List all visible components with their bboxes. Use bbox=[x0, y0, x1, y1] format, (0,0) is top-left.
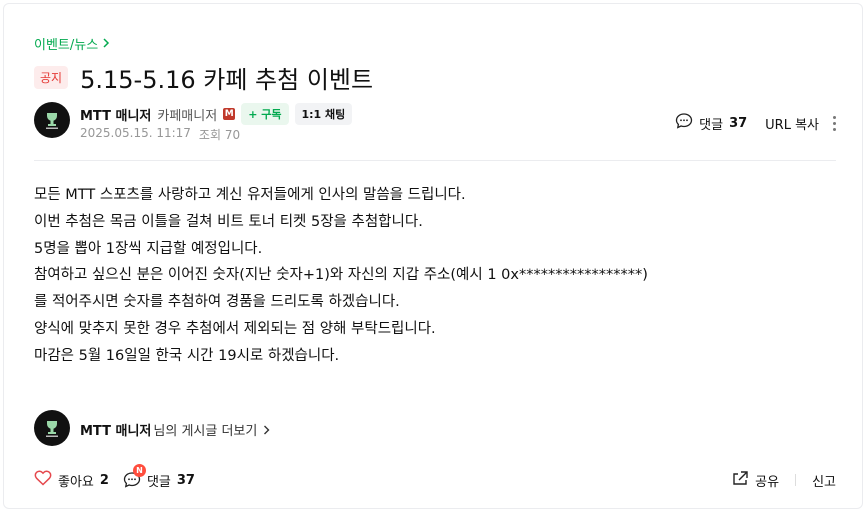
author-grade: 카페매니저 bbox=[157, 108, 218, 124]
action-separator bbox=[795, 474, 797, 486]
comment-button-top[interactable]: 댓글 37 bbox=[675, 112, 747, 134]
content-line: 를 적어주시면 숫자를 추첨하여 경품을 드리도록 하겠습니다. bbox=[34, 294, 400, 311]
share-icon bbox=[731, 470, 749, 490]
comment-count-bottom: 37 bbox=[176, 472, 195, 488]
like-button[interactable]: 좋아요 2 bbox=[34, 470, 109, 490]
comment-label-top: 댓글 bbox=[699, 117, 724, 133]
view-count: 조회 70 bbox=[198, 128, 241, 142]
post-meta: 2025.05.15. 11:17 조회 70 bbox=[80, 126, 240, 143]
comment-button-bottom[interactable]: N 댓글 37 bbox=[123, 464, 195, 490]
board-label: 이벤트/뉴스 bbox=[34, 38, 99, 53]
title-row: 공지 5.15-5.16 카페 추첨 이벤트 bbox=[34, 60, 373, 95]
author-row: MTT 매니저 카페매니저 M + 구독 1:1 채팅 bbox=[80, 103, 353, 125]
content-line: 양식에 맞추지 못한 경우 추첨에서 제외되는 점 양해 부탁드립니다. bbox=[34, 320, 436, 337]
like-count: 2 bbox=[99, 472, 109, 488]
subscribe-button[interactable]: + 구독 bbox=[241, 103, 289, 125]
content-line: 참여하고 싶으신 분은 이어진 숫자(지난 숫자+1)와 자신의 지갑 주소(예… bbox=[34, 267, 648, 284]
like-label: 좋아요 bbox=[58, 474, 94, 490]
board-link[interactable]: 이벤트/뉴스 bbox=[34, 34, 110, 53]
post-content: 모든 MTT 스포츠를 사랑하고 계신 유저들에게 인사의 말씀을 드립니다. … bbox=[34, 182, 648, 370]
comment-icon bbox=[675, 112, 693, 134]
post-title: 5.15-5.16 카페 추첨 이벤트 bbox=[80, 66, 374, 94]
author-posts-name: MTT 매니저 bbox=[80, 424, 152, 439]
comment-count-top: 37 bbox=[729, 115, 748, 131]
author-posts-suffix: 님의 게시글 더보기 bbox=[153, 424, 258, 439]
comment-label-bottom: 댓글 bbox=[146, 474, 171, 490]
author-name[interactable]: MTT 매니저 bbox=[80, 105, 151, 124]
bottom-action-bar: 좋아요 2 N 댓글 37 공유 신고 bbox=[34, 464, 836, 490]
post-date: 2025.05.15. 11:17 bbox=[80, 126, 191, 140]
author-posts-link[interactable]: MTT 매니저 님의 게시글 더보기 bbox=[80, 420, 270, 439]
chat-button[interactable]: 1:1 채팅 bbox=[294, 103, 353, 125]
avatar-logo bbox=[46, 421, 58, 437]
kebab-icon[interactable] bbox=[833, 115, 836, 131]
chevron-right-icon bbox=[102, 37, 110, 51]
report-button[interactable]: 신고 bbox=[812, 471, 836, 490]
new-comment-badge: N bbox=[132, 464, 146, 477]
notice-badge: 공지 bbox=[34, 66, 69, 89]
header-divider bbox=[34, 160, 836, 161]
avatar-logo bbox=[46, 113, 58, 129]
content-line: 5명을 뽑아 1장씩 지급할 예정입니다. bbox=[34, 240, 263, 257]
share-label: 공유 bbox=[755, 474, 780, 490]
comment-icon: N bbox=[123, 464, 146, 489]
author-avatar-bottom[interactable] bbox=[34, 410, 70, 446]
content-line: 이번 추첨은 목금 이틀을 걸쳐 비트 토너 티켓 5장을 추첨합니다. bbox=[34, 213, 423, 230]
share-button[interactable]: 공유 bbox=[731, 470, 779, 490]
top-actions: 댓글 37 URL 복사 bbox=[675, 112, 836, 134]
content-line: 모든 MTT 스포츠를 사랑하고 계신 유저들에게 인사의 말씀을 드립니다. bbox=[34, 187, 466, 203]
manager-mark-icon: M bbox=[223, 108, 236, 120]
content-line: 마감은 5월 16일일 한국 시간 19시로 하겠습니다. bbox=[34, 347, 340, 364]
author-avatar[interactable] bbox=[34, 102, 70, 138]
chevron-right-icon bbox=[263, 425, 270, 435]
heart-icon bbox=[34, 470, 52, 490]
url-copy-button[interactable]: URL 복사 bbox=[765, 114, 819, 133]
